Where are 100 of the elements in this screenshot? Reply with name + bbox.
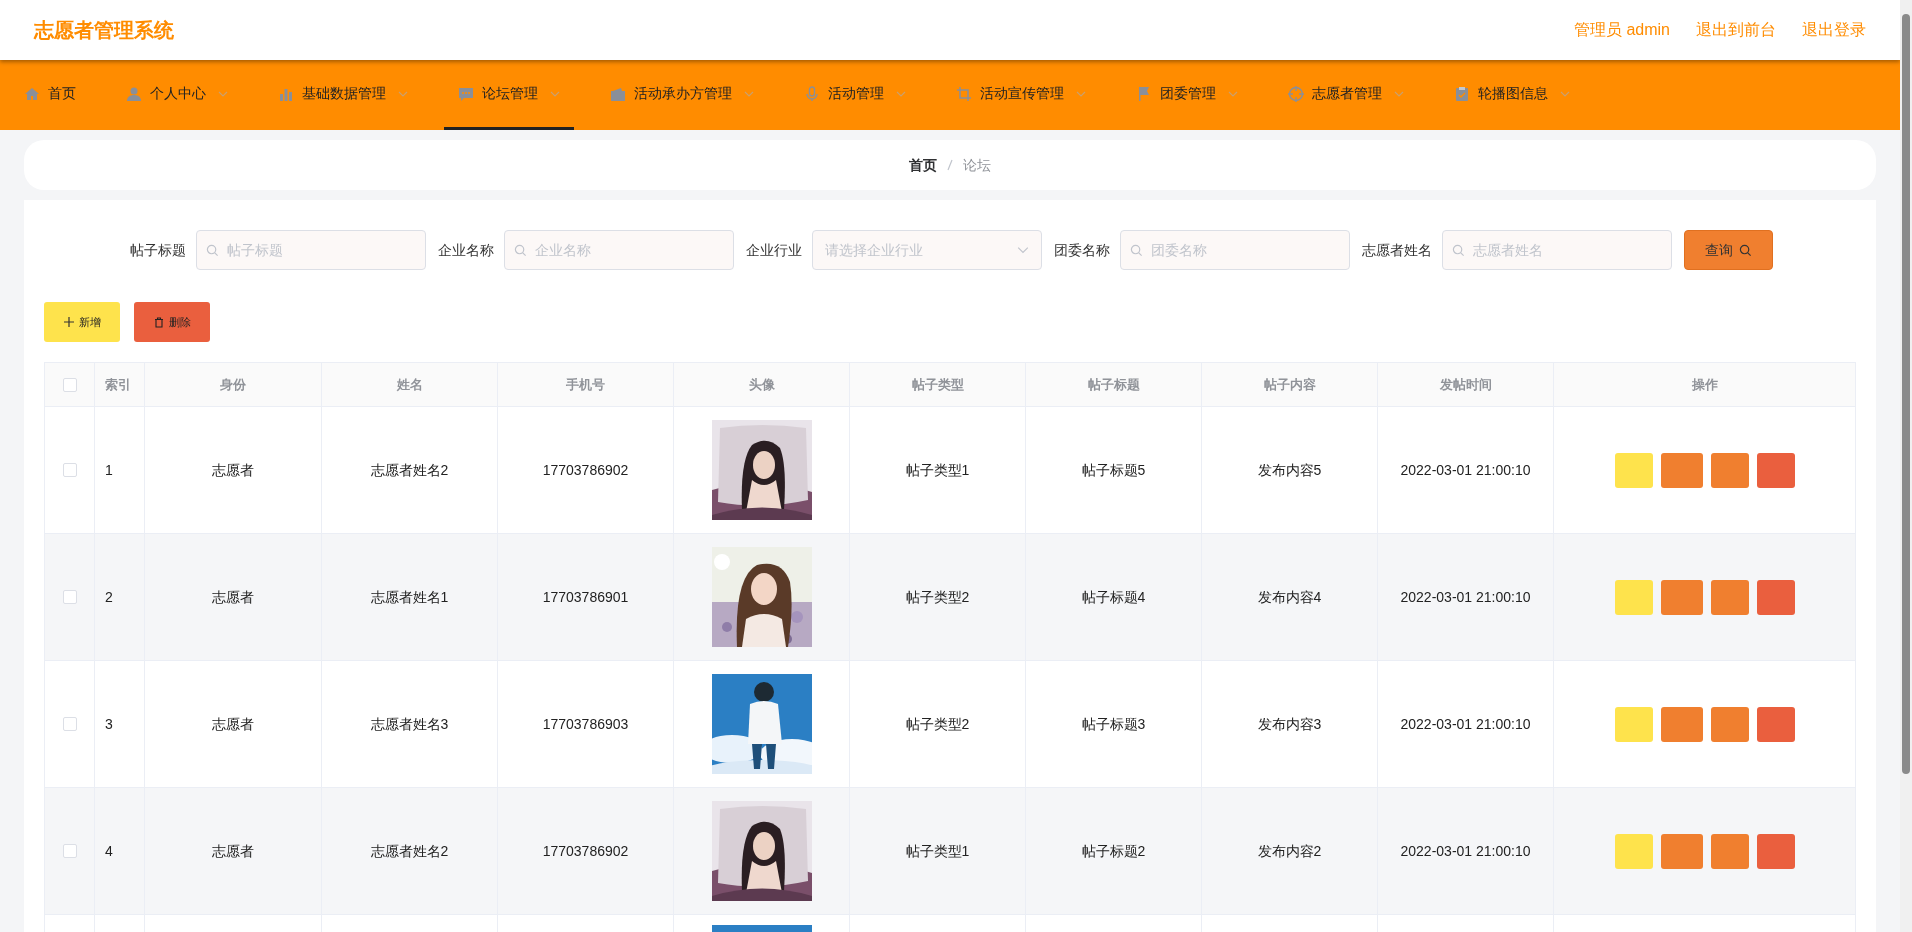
- table-cell-text: 志愿者姓名2: [370, 841, 449, 861]
- filter-label: 帖子标题: [129, 240, 186, 260]
- nav-menu-item[interactable]: 首页: [10, 60, 90, 130]
- table-cell-text: 2: [105, 587, 113, 607]
- search-button[interactable]: 查询: [1683, 230, 1773, 270]
- nav-menu-item[interactable]: 个人中心: [112, 60, 242, 130]
- checkbox[interactable]: [62, 590, 77, 604]
- table-cell-text: 帖子类型2: [905, 714, 970, 734]
- nav-menu-item[interactable]: 活动承办方管理: [596, 60, 768, 130]
- toolbar-button[interactable]: 新增: [44, 302, 120, 342]
- filter-label: 团委名称: [1053, 240, 1110, 260]
- table-cell-text: 17703786901: [542, 587, 629, 607]
- action-button[interactable]: [1660, 833, 1703, 869]
- search-icon: [513, 244, 527, 257]
- column-header: 身份: [220, 375, 246, 394]
- action-button[interactable]: [1756, 706, 1795, 742]
- table-cell-text: 发布内容4: [1257, 587, 1322, 607]
- table-cell-text: 3: [105, 714, 113, 734]
- action-button[interactable]: [1710, 706, 1749, 742]
- table-cell-text: 志愿者姓名1: [370, 587, 449, 607]
- nav-menu-item[interactable]: 论坛管理: [444, 60, 574, 130]
- column-header: 帖子类型: [911, 375, 964, 394]
- table-cell-text: 志愿者姓名2: [370, 460, 449, 480]
- search-icon: [1451, 244, 1465, 257]
- search-field[interactable]: 志愿者姓名: [1441, 230, 1672, 270]
- home-icon: [24, 85, 40, 102]
- filter-label: 企业名称: [437, 240, 494, 260]
- column-header: 手机号: [566, 375, 605, 394]
- microphone-icon: [804, 85, 820, 102]
- table-cell-text: 2022-03-01 21:00:10: [1400, 841, 1531, 861]
- checkbox[interactable]: [62, 844, 77, 858]
- table-cell-text: 志愿者: [212, 587, 254, 607]
- search-icon: [1738, 243, 1752, 257]
- breadcrumb-item[interactable]: 首页: [909, 154, 937, 176]
- action-button[interactable]: [1756, 452, 1795, 488]
- action-button[interactable]: [1710, 579, 1749, 615]
- breadcrumb-item: 论坛: [963, 155, 991, 175]
- search-field[interactable]: 企业名称: [503, 230, 734, 270]
- scrollbar[interactable]: [1900, 0, 1912, 932]
- search-field[interactable]: 帖子标题: [195, 230, 426, 270]
- chat-icon: [458, 85, 474, 102]
- checkbox[interactable]: [62, 377, 77, 392]
- column-header: 索引: [105, 375, 131, 394]
- search-icon: [205, 244, 219, 257]
- table-cell-text: 17703786902: [542, 460, 629, 480]
- nav-menu-item[interactable]: 轮播图信息: [1440, 60, 1584, 130]
- checkbox[interactable]: [62, 717, 77, 731]
- checkbox[interactable]: [62, 463, 77, 477]
- action-button[interactable]: [1756, 833, 1795, 869]
- plus-icon: [63, 317, 74, 327]
- table-cell-text: 17703786903: [542, 714, 629, 734]
- table-cell-text: 2022-03-01 21:00:10: [1400, 460, 1531, 480]
- search-field[interactable]: 团委名称: [1119, 230, 1350, 270]
- table-cell-text: 帖子类型2: [905, 587, 970, 607]
- nav-menu-item[interactable]: 志愿者管理: [1274, 60, 1418, 130]
- nav-menu-item[interactable]: 活动宣传管理: [942, 60, 1100, 130]
- trash-icon: [153, 316, 164, 328]
- action-button[interactable]: [1710, 833, 1749, 869]
- column-header: 发帖时间: [1439, 375, 1492, 394]
- person-icon: [126, 85, 142, 102]
- toolbar-button[interactable]: 删除: [134, 302, 210, 342]
- table-cell-text: 帖子标题2: [1081, 841, 1146, 861]
- crosshair-icon: [1288, 85, 1304, 102]
- table-cell-text: 帖子类型1: [905, 841, 970, 861]
- table-cell-text: 发布内容3: [1257, 714, 1322, 734]
- table-cell-text: 志愿者姓名3: [370, 714, 449, 734]
- table-cell-text: 志愿者: [212, 460, 254, 480]
- action-button[interactable]: [1660, 579, 1703, 615]
- flag-icon: [1136, 85, 1152, 102]
- table-cell-text: 2022-03-01 21:00:10: [1400, 587, 1531, 607]
- column-header: 帖子标题: [1087, 375, 1140, 394]
- table-cell-text: 志愿者: [212, 841, 254, 861]
- nav-menu-item[interactable]: 活动管理: [790, 60, 920, 130]
- wallet-icon: [610, 85, 626, 102]
- table-cell-text: 帖子类型1: [905, 460, 970, 480]
- nav-menu-item[interactable]: 基础数据管理: [264, 60, 422, 130]
- slash-icon: [947, 159, 953, 171]
- chevron-down-icon: [1016, 244, 1029, 256]
- table-cell-text: 帖子标题3: [1081, 714, 1146, 734]
- action-button[interactable]: [1660, 706, 1703, 742]
- table-cell-text: 发布内容5: [1257, 460, 1322, 480]
- table-cell-text: 17703786902: [542, 841, 629, 861]
- table-cell-text: 帖子标题5: [1081, 460, 1146, 480]
- filter-label: 企业行业: [745, 240, 802, 260]
- table-cell-text: 2022-03-01 21:00:10: [1400, 714, 1531, 734]
- search-icon: [1129, 244, 1143, 257]
- filter-label: 志愿者姓名: [1361, 240, 1432, 260]
- table-cell-text: 发布内容2: [1257, 841, 1322, 861]
- action-button[interactable]: [1756, 579, 1795, 615]
- app-title: 志愿者管理系统: [34, 18, 174, 43]
- action-button[interactable]: [1710, 452, 1749, 488]
- table-cell-text: 1: [105, 460, 113, 480]
- action-button[interactable]: [1660, 452, 1703, 488]
- column-header: 头像: [748, 375, 775, 394]
- column-header: 帖子内容: [1263, 375, 1316, 394]
- table-cell-text: 帖子标题4: [1081, 587, 1146, 607]
- table-cell-text: 志愿者: [212, 714, 254, 734]
- nav-menu-item[interactable]: 团委管理: [1122, 60, 1252, 130]
- clipboard-icon: [1454, 85, 1470, 102]
- crop-icon: [956, 85, 972, 102]
